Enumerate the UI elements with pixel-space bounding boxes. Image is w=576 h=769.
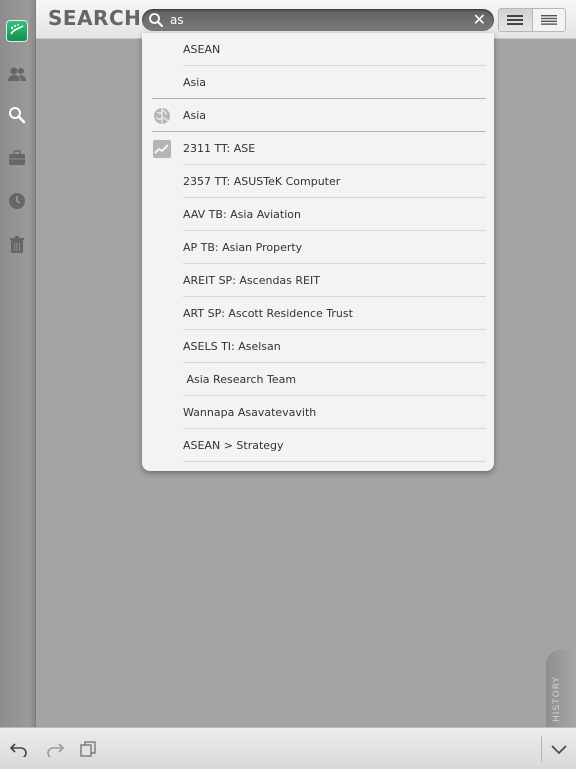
globe-icon: [152, 106, 172, 126]
search-icon[interactable]: [6, 104, 28, 126]
result-item[interactable]: Asia: [142, 66, 494, 99]
result-label: 2357 TT: ASUSTeK Computer: [183, 175, 341, 188]
chart-icon: [152, 139, 172, 159]
result-item[interactable]: ASEAN: [142, 33, 494, 66]
result-item[interactable]: AREIT SP: Ascendas REIT: [142, 264, 494, 297]
briefcase-icon[interactable]: [6, 147, 28, 169]
result-label: ASEAN > Strategy: [183, 439, 284, 452]
left-rail: [0, 0, 36, 727]
history-tab-label: HISTORY: [552, 676, 562, 722]
result-item[interactable]: ASEAN > Strategy: [142, 429, 494, 462]
brand-logo[interactable]: [6, 20, 28, 42]
collapse-button[interactable]: [548, 738, 570, 760]
view-toggle: [498, 8, 566, 32]
result-item[interactable]: 2311 TT: ASE: [142, 132, 494, 165]
result-item[interactable]: AP TB: Asian Property: [142, 231, 494, 264]
redo-icon: [47, 743, 65, 757]
result-label: Wannapa Asavatevavith: [183, 406, 317, 419]
result-item[interactable]: Asia: [142, 99, 494, 132]
result-label: Asia Research Team: [183, 373, 297, 386]
result-item[interactable]: Wannapa Asavatevavith: [142, 396, 494, 429]
compact-list-icon: [540, 15, 557, 25]
copy-button[interactable]: [77, 738, 99, 760]
history-tab[interactable]: HISTORY: [546, 650, 576, 727]
clear-search-icon[interactable]: ✕: [473, 11, 486, 29]
divider: [183, 461, 486, 462]
result-label: ART SP: Ascott Residence Trust: [183, 307, 353, 320]
result-label: AAV TB: Asia Aviation: [183, 208, 301, 221]
result-item[interactable]: AAV TB: Asia Aviation: [142, 198, 494, 231]
undo-button[interactable]: [8, 738, 30, 760]
search-field[interactable]: ✕: [142, 9, 494, 31]
bottom-toolbar: [0, 727, 576, 769]
toolbar-divider: [541, 736, 542, 762]
result-label: ASEAN: [183, 43, 221, 56]
redo-button[interactable]: [44, 738, 66, 760]
search-input[interactable]: [170, 11, 460, 29]
result-item[interactable]: ART SP: Ascott Residence Trust: [142, 297, 494, 330]
list-view-button[interactable]: [499, 9, 533, 31]
clock-icon[interactable]: [6, 190, 28, 212]
logo-mark: [10, 24, 24, 35]
result-label: 2311 TT: ASE: [183, 142, 256, 155]
copy-icon: [80, 741, 96, 757]
page-title: SEARCH: [48, 6, 142, 30]
people-icon[interactable]: [6, 63, 28, 85]
trash-icon[interactable]: [6, 234, 28, 256]
result-label: Asia: [183, 109, 207, 122]
undo-icon: [9, 743, 27, 757]
list-icon: [507, 15, 524, 25]
result-label: ASELS TI: Aselsan: [183, 340, 281, 353]
result-label: AREIT SP: Ascendas REIT: [183, 274, 320, 287]
search-results-dropdown: ASEAN Asia Asia 2311 TT: ASE 2357 TT: AS…: [142, 33, 494, 471]
result-label: AP TB: Asian Property: [183, 241, 303, 254]
result-item[interactable]: Asia Research Team: [142, 363, 494, 396]
result-label: Asia: [183, 76, 207, 89]
chevron-down-icon: [551, 745, 567, 754]
compact-view-button[interactable]: [533, 9, 566, 31]
result-item[interactable]: 2357 TT: ASUSTeK Computer: [142, 165, 494, 198]
result-item[interactable]: ASELS TI: Aselsan: [142, 330, 494, 363]
search-field-icon: [148, 12, 164, 32]
